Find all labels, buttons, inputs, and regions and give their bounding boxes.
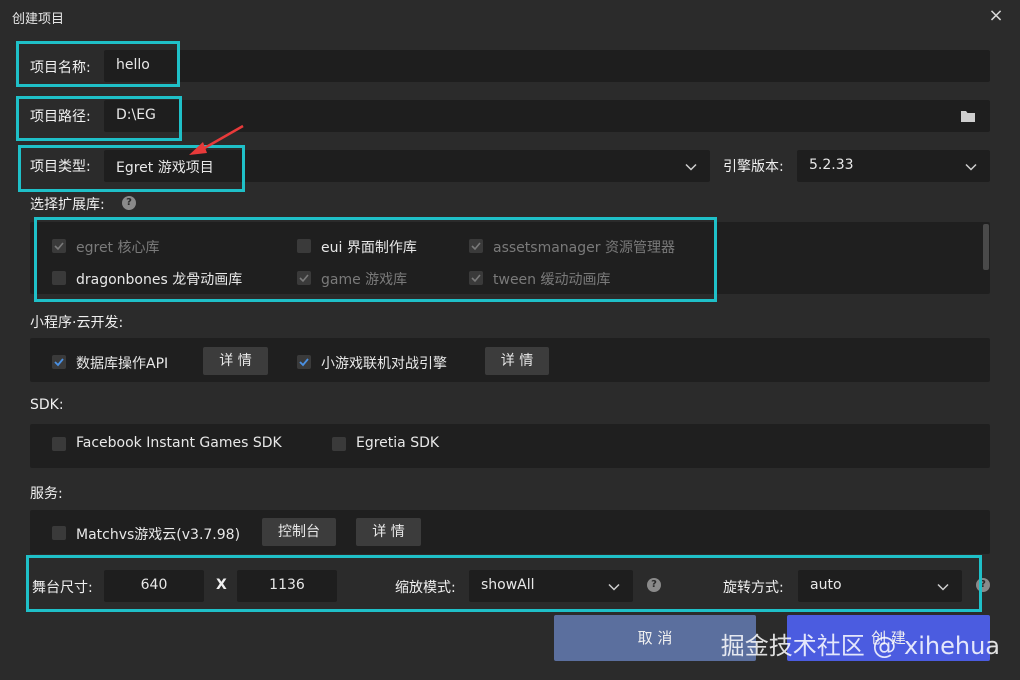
matchvs-detail-button[interactable]: 详 情 <box>356 518 421 546</box>
title-bar: 创建项目 × <box>0 0 1020 34</box>
folder-icon[interactable] <box>960 108 976 122</box>
watermark: 掘金技术社区 @ xihehua <box>720 632 1000 660</box>
stage-height-value: 1136 <box>269 577 305 593</box>
extensions-label: 选择扩展库: <box>30 197 105 213</box>
chevron-down-icon <box>607 579 621 593</box>
game-engine-detail-button[interactable]: 详 情 <box>485 347 549 375</box>
scale-mode-select[interactable]: showAll <box>469 570 633 602</box>
project-type-label: 项目类型: <box>30 159 91 175</box>
help-icon[interactable]: ? <box>976 578 990 592</box>
extension-label-game: game 游戏库 <box>321 272 408 288</box>
window-title: 创建项目 <box>12 12 65 27</box>
rotation-label: 旋转方式: <box>723 580 784 596</box>
rotation-select[interactable]: auto <box>798 570 962 602</box>
stage-size-label: 舞台尺寸: <box>32 580 93 596</box>
project-name-input[interactable]: hello <box>104 50 990 82</box>
matchvs-label: Matchvs游戏云(v3.7.98) <box>76 527 241 543</box>
scale-mode-label: 缩放模式: <box>395 580 456 596</box>
checkbox-dragonbones[interactable] <box>52 271 66 285</box>
checkbox-matchvs[interactable] <box>52 526 66 540</box>
extension-label-assetsmanager: assetsmanager 资源管理器 <box>493 240 675 256</box>
cloud-label: 小程序·云开发: <box>30 315 124 331</box>
console-button[interactable]: 控制台 <box>262 518 336 546</box>
stage-x-separator: X <box>216 577 227 593</box>
extension-label-dragonbones: dragonbones 龙骨动画库 <box>76 272 243 288</box>
checkbox-assetsmanager[interactable] <box>469 239 483 253</box>
checkbox-egret[interactable] <box>52 239 66 253</box>
stage-height-input[interactable]: 1136 <box>237 570 337 602</box>
checkbox-db-api[interactable] <box>52 355 66 369</box>
game-engine-label: 小游戏联机对战引擎 <box>321 356 447 372</box>
project-name-value: hello <box>116 57 150 73</box>
engine-version-label: 引擎版本: <box>723 159 784 175</box>
stage-width-value: 640 <box>140 577 168 593</box>
checkbox-egretia-sdk[interactable] <box>332 437 346 451</box>
checkbox-facebook-sdk[interactable] <box>52 437 66 451</box>
rotation-value: auto <box>810 577 842 593</box>
help-icon[interactable]: ? <box>647 578 661 592</box>
project-path-value: D:\EG <box>116 107 156 123</box>
close-icon[interactable]: × <box>986 6 1006 26</box>
checkbox-tween[interactable] <box>469 271 483 285</box>
extension-label-egret: egret 核心库 <box>76 240 160 256</box>
egretia-sdk-label: Egretia SDK <box>356 435 440 451</box>
stage-width-input[interactable]: 640 <box>104 570 204 602</box>
annotation-arrow-icon <box>189 124 244 155</box>
extensions-scrollbar[interactable] <box>983 224 989 270</box>
extension-label-tween: tween 缓动动画库 <box>493 272 611 288</box>
checkbox-game[interactable] <box>297 271 311 285</box>
help-icon[interactable]: ? <box>122 196 136 210</box>
chevron-down-icon <box>964 159 978 173</box>
checkbox-eui[interactable] <box>297 239 311 253</box>
engine-version-select[interactable]: 5.2.33 <box>797 150 990 182</box>
chevron-down-icon <box>936 579 950 593</box>
project-type-value: Egret 游戏项目 <box>116 160 214 176</box>
facebook-sdk-label: Facebook Instant Games SDK <box>76 435 282 451</box>
services-label: 服务: <box>30 486 63 502</box>
engine-version-value: 5.2.33 <box>809 157 854 173</box>
db-api-label: 数据库操作API <box>76 356 169 372</box>
checkbox-game-engine[interactable] <box>297 355 311 369</box>
scale-mode-value: showAll <box>481 577 535 593</box>
extension-label-eui: eui 界面制作库 <box>321 240 417 256</box>
sdk-label: SDK: <box>30 397 64 413</box>
project-name-label: 项目名称: <box>30 60 91 76</box>
db-api-detail-button[interactable]: 详 情 <box>203 347 268 375</box>
chevron-down-icon <box>684 159 698 173</box>
project-path-label: 项目路径: <box>30 109 91 125</box>
